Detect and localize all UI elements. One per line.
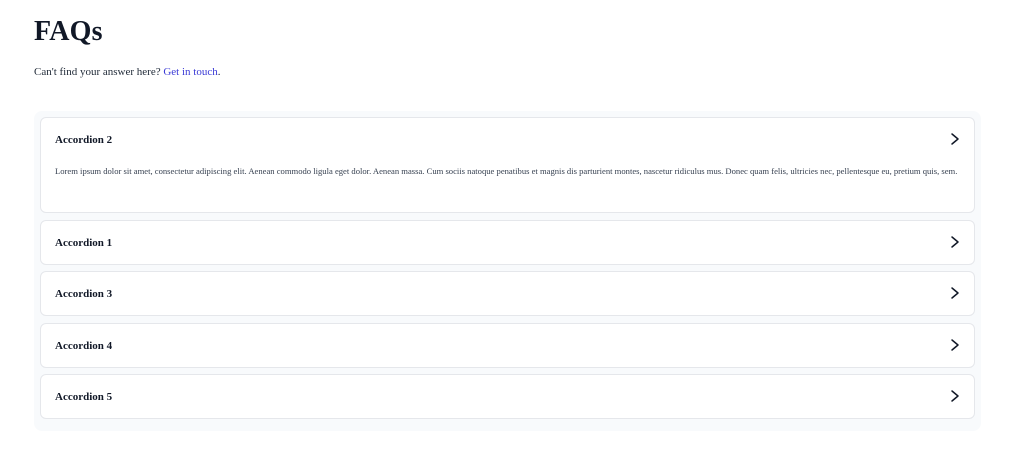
accordion-item: Accordion 3 (40, 271, 975, 316)
accordion-title: Accordion 5 (55, 391, 113, 403)
chevron-right-icon[interactable] (948, 388, 962, 404)
subtitle-period: . (217, 66, 221, 78)
accordion-title: Accordion 3 (55, 288, 113, 300)
accordion-item: Accordion 4 (40, 323, 975, 368)
accordion-item: Accordion 1 (40, 220, 975, 265)
subtitle-text: Can't find your answer here? (34, 66, 161, 78)
accordion-title: Accordion 4 (55, 340, 113, 352)
accordion-header-1[interactable]: Accordion 1 (41, 221, 974, 265)
accordion-title: Accordion 1 (55, 237, 113, 249)
chevron-right-icon[interactable] (948, 234, 962, 250)
chevron-right-icon[interactable] (948, 337, 962, 353)
accordion-item: Accordion 2 Lorem ipsum dolor sit amet, … (40, 117, 975, 213)
accordion-item: Accordion 5 (40, 374, 975, 419)
get-in-touch-link[interactable]: Get in touch (163, 66, 217, 78)
accordion-header-4[interactable]: Accordion 4 (41, 324, 974, 368)
chevron-right-icon[interactable] (948, 131, 962, 147)
accordion-title: Accordion 2 (55, 134, 113, 146)
page-subtitle: Can't find your answer here? Get in touc… (34, 65, 221, 79)
chevron-right-icon[interactable] (948, 285, 962, 301)
page-title: FAQs (34, 16, 103, 47)
accordion-header-5[interactable]: Accordion 5 (41, 375, 974, 419)
accordion-header-2[interactable]: Accordion 2 (41, 118, 974, 162)
accordion-body: Lorem ipsum dolor sit amet, consectetur … (55, 166, 958, 176)
accordion-header-3[interactable]: Accordion 3 (41, 272, 974, 316)
